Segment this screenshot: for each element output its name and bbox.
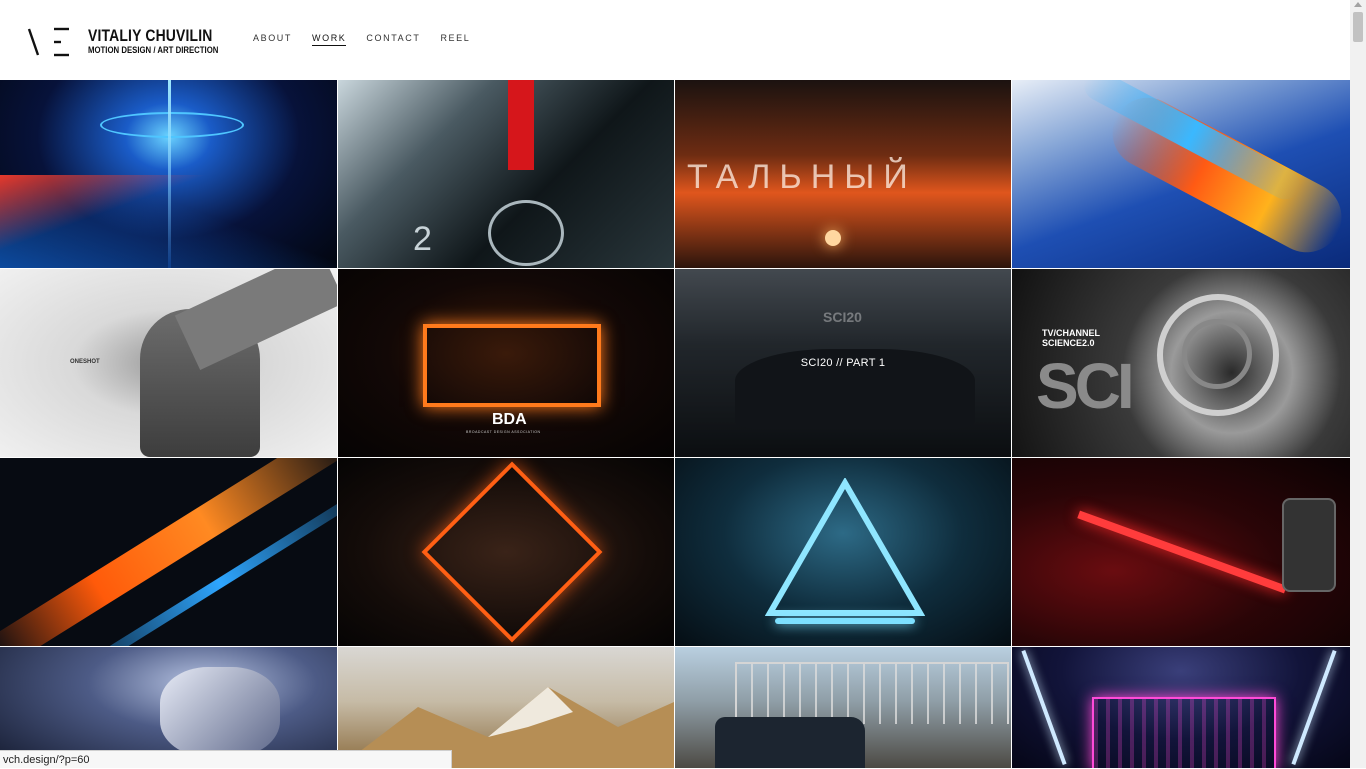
portfolio-tile[interactable]: 2 — [338, 80, 674, 268]
tile-tv-channel: TV/CHANNEL — [1042, 328, 1100, 338]
tile-bda-logo: BDA — [492, 411, 527, 428]
portfolio-tile[interactable] — [675, 647, 1011, 768]
portfolio-tile[interactable] — [1012, 647, 1350, 768]
triangle-icon — [765, 478, 925, 616]
vertical-scrollbar[interactable] — [1350, 0, 1366, 768]
brand-name: VITALIY CHUVILIN — [88, 26, 213, 45]
logo-icon[interactable] — [24, 24, 72, 60]
nav-about[interactable]: ABOUT — [253, 33, 292, 46]
tile-caption: SCI20 // PART 1 — [800, 357, 886, 369]
tile-sci20-logo: SCI20 — [823, 309, 862, 325]
portfolio-tile[interactable] — [1012, 80, 1350, 268]
scroll-up-icon[interactable] — [1354, 2, 1362, 7]
scroll-thumb[interactable] — [1353, 12, 1363, 42]
tile-oneshot-label: ONESHOT — [70, 359, 100, 365]
portfolio-grid: 2 ТАЛЬНЫЙ ONESHOT BDA BROADCAST DESIGN A… — [0, 80, 1350, 768]
tile-science: SCIENCE2.0 — [1042, 338, 1095, 348]
portfolio-tile[interactable]: TV/CHANNEL SCIENCE2.0 SCI — [1012, 269, 1350, 457]
site-header: VITALIY CHUVILIN MOTION DESIGN / ART DIR… — [0, 0, 1350, 80]
tile-cyrillic-text: ТАЛЬНЫЙ — [687, 158, 917, 196]
portfolio-tile[interactable] — [338, 458, 674, 646]
portfolio-tile-hovered[interactable]: SCI20 SCI20 // PART 1 — [675, 269, 1011, 457]
main-nav: ABOUT WORK CONTACT REEL — [253, 33, 470, 46]
nav-work[interactable]: WORK — [312, 33, 347, 46]
portfolio-tile[interactable]: BDA BROADCAST DESIGN ASSOCIATION — [338, 269, 674, 457]
portfolio-tile[interactable]: ТАЛЬНЫЙ — [675, 80, 1011, 268]
portfolio-tile[interactable] — [675, 458, 1011, 646]
brand-tagline: MOTION DESIGN / ART DIRECTION — [88, 45, 219, 56]
status-url: vch.design/?p=60 — [0, 750, 452, 768]
nav-contact[interactable]: CONTACT — [366, 33, 420, 46]
portfolio-tile[interactable] — [1012, 458, 1350, 646]
brand-block[interactable]: VITALIY CHUVILIN MOTION DESIGN / ART DIR… — [88, 27, 247, 57]
portfolio-tile[interactable] — [0, 80, 337, 268]
nav-reel[interactable]: REEL — [440, 33, 470, 46]
portfolio-tile[interactable] — [0, 458, 337, 646]
tile-sci: SCI — [1036, 350, 1135, 422]
portfolio-tile[interactable]: ONESHOT — [0, 269, 337, 457]
tile-bda-subtitle: BROADCAST DESIGN ASSOCIATION — [466, 430, 541, 434]
